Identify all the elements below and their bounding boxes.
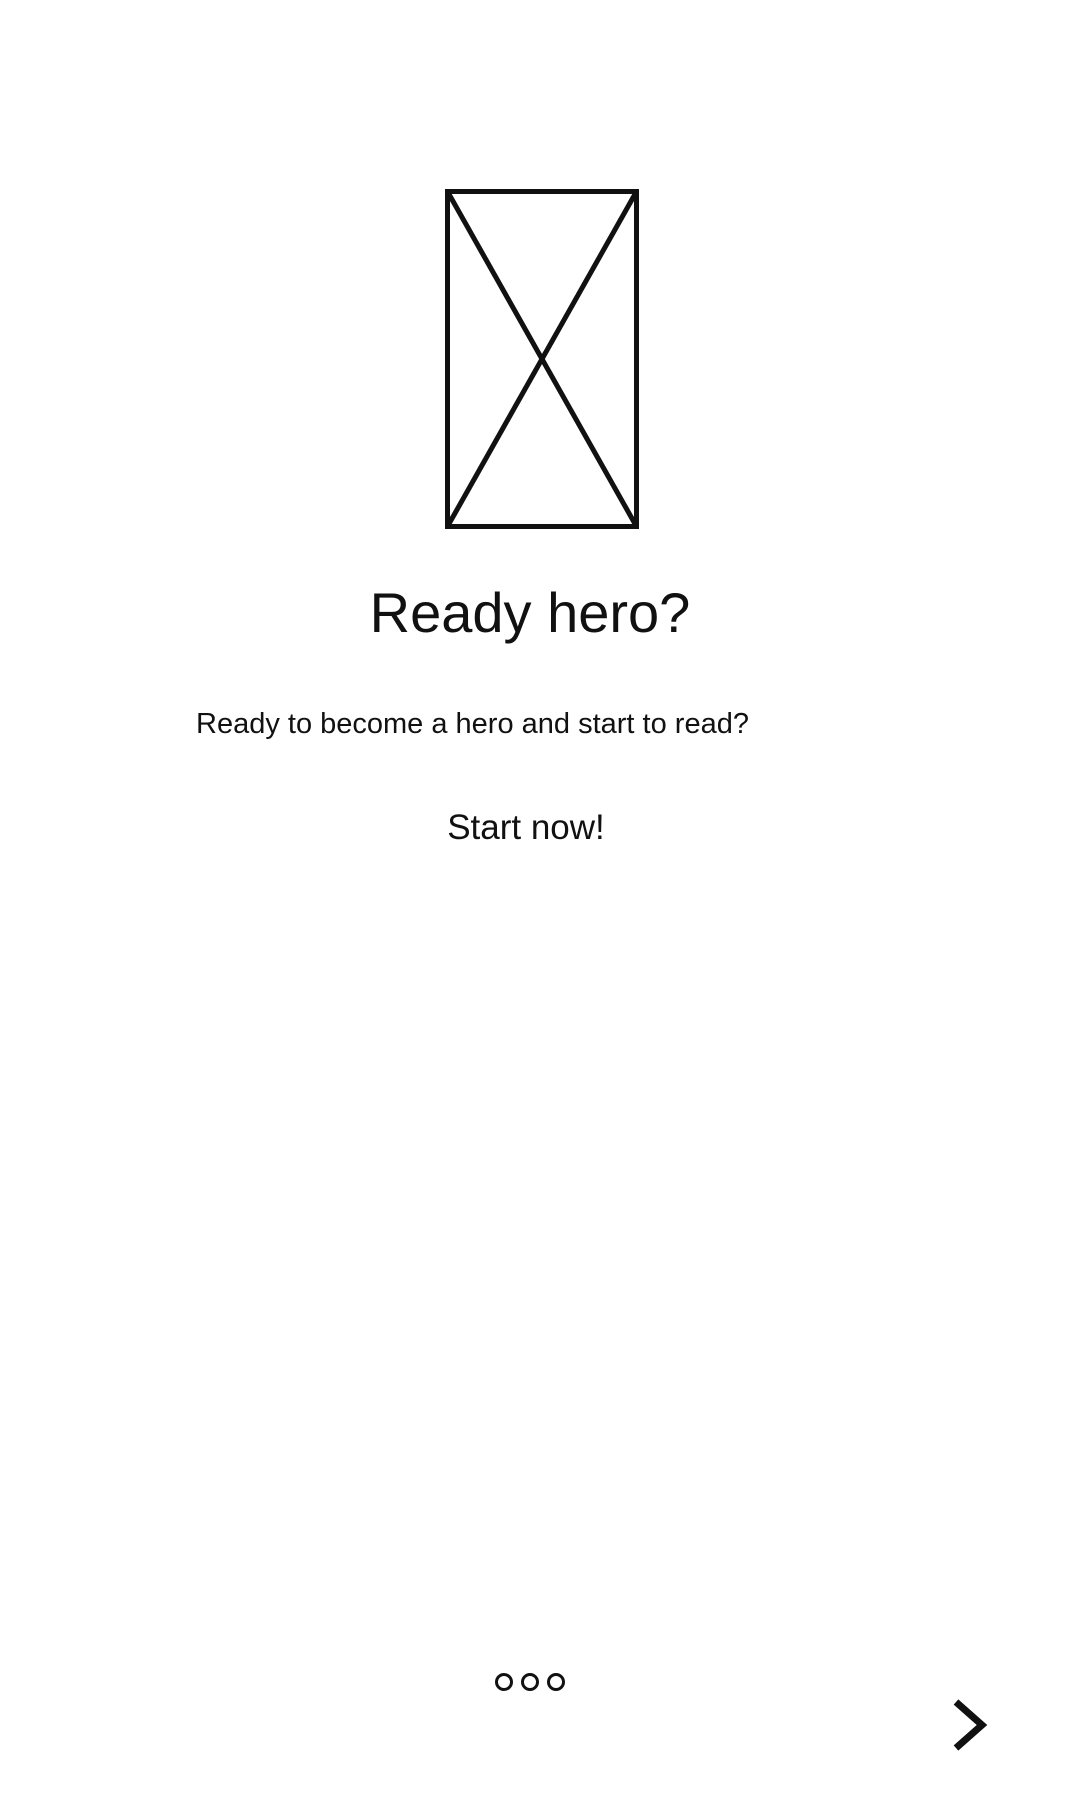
page-dot[interactable] — [547, 1673, 565, 1691]
image-placeholder-icon — [445, 189, 639, 529]
page-title: Ready hero? — [369, 581, 691, 644]
page-indicator — [495, 1673, 565, 1691]
start-now-button[interactable]: Start now! — [0, 806, 1052, 850]
next-button[interactable] — [948, 1698, 992, 1752]
chevron-right-icon — [953, 1699, 988, 1751]
page-dot[interactable] — [521, 1673, 539, 1691]
page-subtitle: Ready to become a hero and start to read… — [196, 708, 749, 740]
page-dot[interactable] — [495, 1673, 513, 1691]
